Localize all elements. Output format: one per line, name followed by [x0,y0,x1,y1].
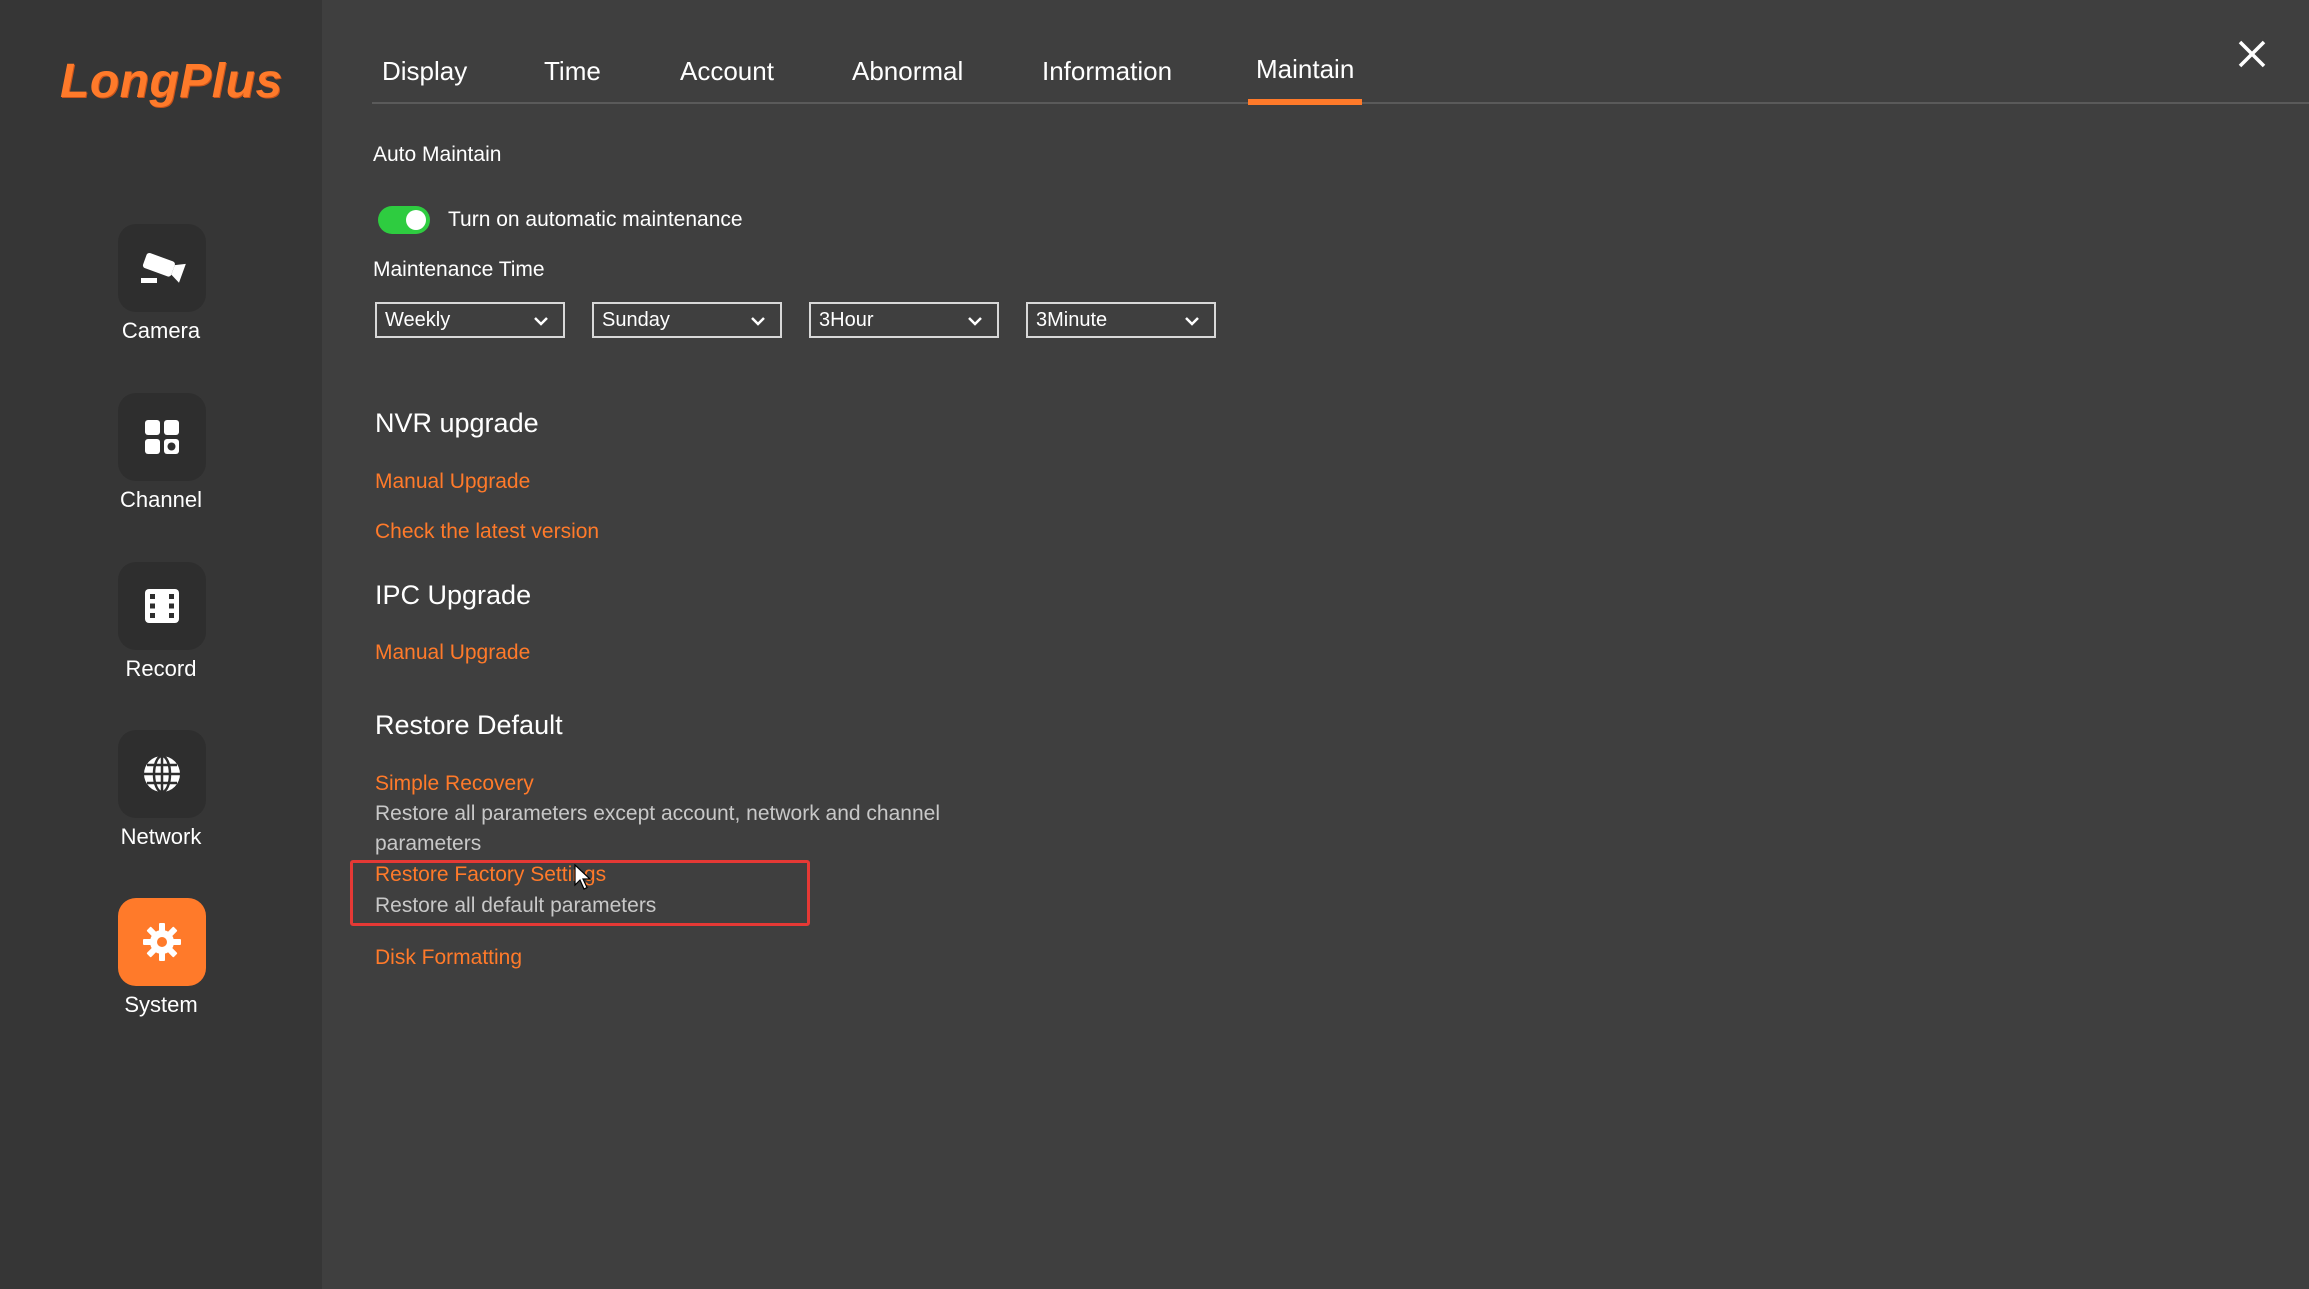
channel-grid-icon [118,393,206,481]
tab-display[interactable]: Display [374,56,475,101]
check-latest-version-link[interactable]: Check the latest version [375,520,599,544]
tab-abnormal[interactable]: Abnormal [844,56,971,101]
sidebar-item-label: System [124,992,198,1017]
tab-information[interactable]: Information [1034,56,1180,101]
simple-recovery-link[interactable]: Simple Recovery [375,772,534,796]
minute-select[interactable]: 3Minute [1026,302,1216,338]
ipc-manual-upgrade-link[interactable]: Manual Upgrade [375,641,530,665]
chevron-down-icon [751,317,765,326]
restore-factory-settings-link[interactable]: Restore Factory Settings [375,863,606,887]
gear-icon [118,898,206,986]
select-value: Weekly [385,309,451,331]
maintenance-time-label: Maintenance Time [373,258,545,281]
chevron-down-icon [534,317,548,326]
restore-default-title: Restore Default [375,710,563,740]
sidebar-item-camera[interactable]: Camera [0,224,322,374]
sidebar-item-network[interactable]: Network [0,730,322,880]
tab-account[interactable]: Account [672,56,782,101]
sidebar-item-channel[interactable]: Channel [0,393,322,543]
chevron-down-icon [968,317,982,326]
frequency-select[interactable]: Weekly [375,302,565,338]
nvr-manual-upgrade-link[interactable]: Manual Upgrade [375,470,530,494]
sidebar-item-label: Network [120,824,202,849]
record-film-icon [118,562,206,650]
sidebar-item-label: Channel [120,487,202,512]
hour-select[interactable]: 3Hour [809,302,999,338]
sidebar-item-label: Record [125,656,197,681]
app-window: LongPlus Camera Channel Record Network S… [0,0,2309,1289]
tab-bar: Display Time Account Abnormal Informatio… [372,40,2309,105]
globe-icon [118,730,206,818]
tab-time[interactable]: Time [536,56,609,101]
disk-formatting-link[interactable]: Disk Formatting [375,946,522,970]
simple-recovery-description: Restore all parameters except account, n… [375,802,940,855]
sidebar-item-record[interactable]: Record [0,562,322,712]
select-value: 3Minute [1036,309,1108,331]
auto-maintenance-toggle[interactable] [378,206,430,234]
chevron-down-icon [1185,317,1199,326]
select-value: Sunday [602,309,670,331]
close-icon[interactable] [2232,34,2272,74]
nvr-upgrade-title: NVR upgrade [375,408,539,438]
sidebar: LongPlus Camera Channel Record Network S… [0,0,322,1289]
sidebar-item-system[interactable]: System [0,898,322,1048]
day-select[interactable]: Sunday [592,302,782,338]
camera-icon [118,224,206,312]
restore-factory-settings-description: Restore all default parameters [375,894,657,917]
auto-maintenance-toggle-label: Turn on automatic maintenance [448,208,743,231]
auto-maintain-heading: Auto Maintain [373,143,502,166]
select-value: 3Hour [819,309,874,331]
brand-logo: LongPlus [60,55,283,108]
ipc-upgrade-title: IPC Upgrade [375,580,532,610]
sidebar-item-label: Camera [121,318,201,343]
mouse-cursor-icon [574,864,592,890]
tab-maintain[interactable]: Maintain [1248,54,1363,105]
